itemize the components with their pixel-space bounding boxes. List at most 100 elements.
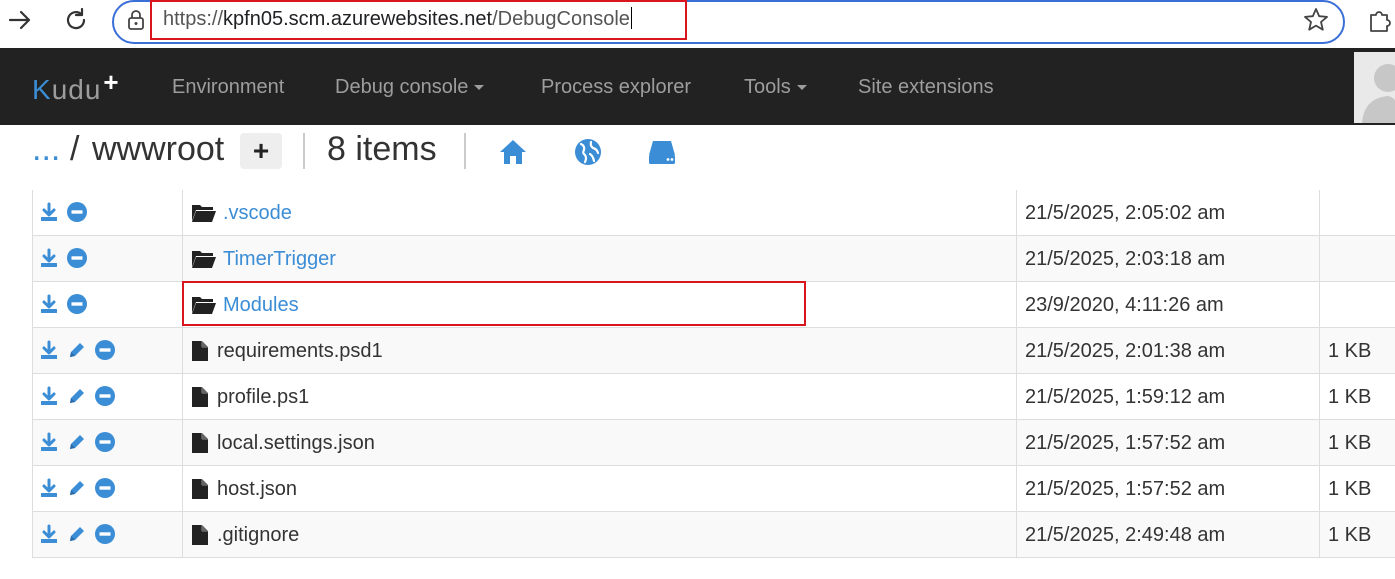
table-row: TimerTrigger 21/5/2025, 2:03:18 am bbox=[32, 236, 1395, 282]
file-name: local.settings.json bbox=[217, 432, 375, 454]
row-size-cell bbox=[1320, 236, 1395, 282]
row-actions bbox=[32, 466, 183, 512]
extensions-puzzle-icon[interactable] bbox=[1366, 6, 1394, 34]
folder-open-icon bbox=[191, 202, 217, 224]
row-size-cell: 1 KB bbox=[1320, 512, 1395, 558]
star-icon[interactable] bbox=[1302, 6, 1330, 34]
file-name: requirements.psd1 bbox=[217, 340, 383, 362]
table-row: profile.ps1 21/5/2025, 1:59:12 am 1 KB bbox=[32, 374, 1395, 420]
download-icon[interactable] bbox=[39, 478, 59, 498]
row-actions bbox=[32, 512, 183, 558]
row-name-cell: requirements.psd1 bbox=[183, 328, 1017, 374]
divider bbox=[464, 133, 466, 169]
delete-icon[interactable] bbox=[67, 202, 87, 222]
file-size: 1 KB bbox=[1328, 524, 1372, 546]
kudu-navbar: Kudu+ Environment Debug console Process … bbox=[0, 48, 1395, 125]
file-icon bbox=[191, 524, 209, 546]
table-row: host.json 21/5/2025, 1:57:52 am 1 KB bbox=[32, 466, 1395, 512]
file-size: 1 KB bbox=[1328, 386, 1372, 408]
row-size-cell: 1 KB bbox=[1320, 328, 1395, 374]
home-icon[interactable] bbox=[498, 137, 528, 167]
modified-date: 21/5/2025, 2:05:02 am bbox=[1025, 202, 1226, 224]
edit-pencil-icon[interactable] bbox=[67, 340, 87, 360]
folder-link[interactable]: .vscode bbox=[223, 202, 292, 225]
breadcrumb-current-dir: wwwroot bbox=[92, 130, 225, 168]
delete-icon[interactable] bbox=[67, 294, 87, 314]
avatar[interactable] bbox=[1354, 52, 1395, 123]
nav-debug-console-label: Debug console bbox=[335, 76, 469, 98]
delete-icon[interactable] bbox=[95, 432, 115, 452]
modified-date: 21/5/2025, 2:03:18 am bbox=[1025, 248, 1226, 270]
kudu-logo-text: udu bbox=[51, 74, 102, 105]
nav-environment[interactable]: Environment bbox=[172, 76, 284, 99]
row-size-cell: 1 KB bbox=[1320, 466, 1395, 512]
row-date-cell: 21/5/2025, 2:01:38 am bbox=[1017, 328, 1320, 374]
chevron-down-icon bbox=[474, 85, 485, 91]
hard-drive-icon[interactable] bbox=[647, 137, 677, 167]
download-icon[interactable] bbox=[39, 432, 59, 452]
download-icon[interactable] bbox=[39, 248, 59, 268]
row-date-cell: 21/5/2025, 2:05:02 am bbox=[1017, 190, 1320, 236]
nav-debug-console[interactable]: Debug console bbox=[335, 76, 485, 99]
row-actions bbox=[32, 282, 183, 328]
row-actions bbox=[32, 420, 183, 466]
modified-date: 21/5/2025, 2:01:38 am bbox=[1025, 340, 1226, 362]
row-actions bbox=[32, 328, 183, 374]
row-actions bbox=[32, 190, 183, 236]
kudu-logo[interactable]: Kudu+ bbox=[32, 67, 120, 106]
download-icon[interactable] bbox=[39, 294, 59, 314]
lock-icon[interactable] bbox=[126, 9, 146, 31]
edit-pencil-icon[interactable] bbox=[67, 524, 87, 544]
globe-icon[interactable] bbox=[573, 137, 603, 167]
folder-link[interactable]: TimerTrigger bbox=[223, 248, 336, 271]
breadcrumb-parent-link[interactable]: ... bbox=[32, 130, 60, 169]
nav-process-explorer[interactable]: Process explorer bbox=[541, 76, 691, 99]
edit-pencil-icon[interactable] bbox=[67, 478, 87, 498]
nav-tools[interactable]: Tools bbox=[744, 76, 807, 99]
modified-date: 21/5/2025, 2:49:48 am bbox=[1025, 524, 1226, 546]
modified-date: 21/5/2025, 1:57:52 am bbox=[1025, 432, 1226, 454]
item-count: 8 items bbox=[327, 130, 437, 168]
download-icon[interactable] bbox=[39, 340, 59, 360]
divider bbox=[303, 133, 305, 169]
file-size: 1 KB bbox=[1328, 432, 1372, 454]
row-size-cell: 1 KB bbox=[1320, 420, 1395, 466]
kudu-logo-k: K bbox=[32, 74, 52, 105]
download-icon[interactable] bbox=[39, 524, 59, 544]
row-actions bbox=[32, 374, 183, 420]
file-icon bbox=[191, 432, 209, 454]
forward-arrow-icon[interactable] bbox=[4, 4, 36, 36]
nav-tools-label: Tools bbox=[744, 76, 791, 98]
row-actions bbox=[32, 236, 183, 282]
file-icon bbox=[191, 340, 209, 362]
delete-icon[interactable] bbox=[95, 478, 115, 498]
row-name-cell[interactable]: TimerTrigger bbox=[183, 236, 1017, 282]
nav-site-extensions[interactable]: Site extensions bbox=[858, 76, 994, 99]
file-icon bbox=[191, 478, 209, 500]
file-size: 1 KB bbox=[1328, 478, 1372, 500]
row-name-cell: profile.ps1 bbox=[183, 374, 1017, 420]
folder-open-icon bbox=[191, 248, 217, 270]
row-date-cell: 23/9/2020, 4:11:26 am bbox=[1017, 282, 1320, 328]
download-icon[interactable] bbox=[39, 386, 59, 406]
table-row: .vscode 21/5/2025, 2:05:02 am bbox=[32, 190, 1395, 236]
row-name-cell: host.json bbox=[183, 466, 1017, 512]
delete-icon[interactable] bbox=[67, 248, 87, 268]
browser-toolbar: https://kpfn05.scm.azurewebsites.net/Deb… bbox=[0, 0, 1395, 48]
row-date-cell: 21/5/2025, 1:57:52 am bbox=[1017, 420, 1320, 466]
edit-pencil-icon[interactable] bbox=[67, 386, 87, 406]
delete-icon[interactable] bbox=[95, 386, 115, 406]
row-name-cell[interactable]: .vscode bbox=[183, 190, 1017, 236]
row-name-cell: .gitignore bbox=[183, 512, 1017, 558]
row-size-cell: 1 KB bbox=[1320, 374, 1395, 420]
row-date-cell: 21/5/2025, 2:49:48 am bbox=[1017, 512, 1320, 558]
edit-pencil-icon[interactable] bbox=[67, 432, 87, 452]
row-date-cell: 21/5/2025, 2:03:18 am bbox=[1017, 236, 1320, 282]
table-row: local.settings.json 21/5/2025, 1:57:52 am… bbox=[32, 420, 1395, 466]
row-date-cell: 21/5/2025, 1:57:52 am bbox=[1017, 466, 1320, 512]
refresh-icon[interactable] bbox=[60, 4, 92, 36]
delete-icon[interactable] bbox=[95, 524, 115, 544]
download-icon[interactable] bbox=[39, 202, 59, 222]
add-item-button[interactable]: + bbox=[240, 133, 282, 169]
delete-icon[interactable] bbox=[95, 340, 115, 360]
